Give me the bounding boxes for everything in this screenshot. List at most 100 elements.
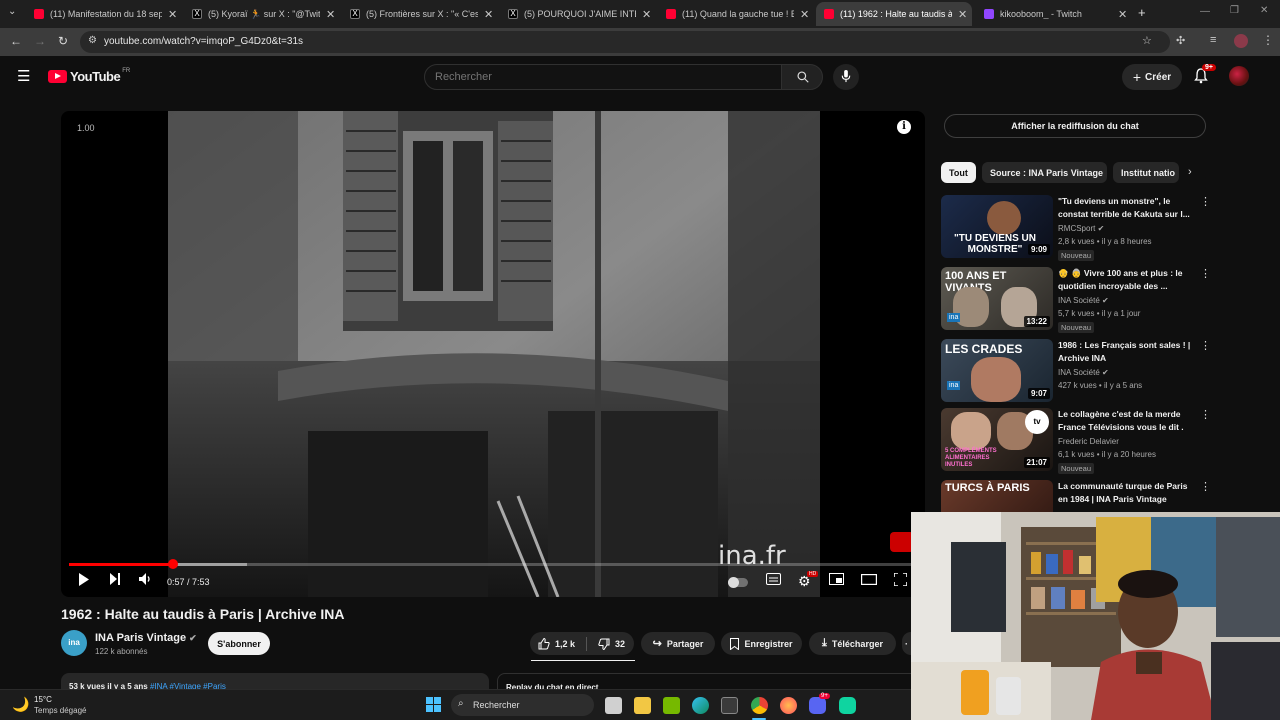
info-icon[interactable]: i: [897, 120, 911, 134]
task-view-icon[interactable]: [605, 697, 622, 714]
more-options-icon[interactable]: ⋮: [1200, 480, 1211, 493]
notifications-button[interactable]: 9+: [1194, 64, 1216, 89]
settings-button[interactable]: ⚙ HD: [798, 571, 819, 590]
browser-tab[interactable]: (11) Manifestation du 18 septe ✕: [26, 2, 180, 26]
account-avatar[interactable]: [1229, 66, 1249, 86]
bookmark-star-icon[interactable]: ☆: [1142, 34, 1152, 47]
recommendation-thumbnail[interactable]: 100 ANS ET VIVANTS ina 13:22: [941, 267, 1053, 330]
channel-name[interactable]: INA Paris Vintage ✔: [95, 632, 197, 644]
chrome-icon[interactable]: [751, 697, 768, 714]
extensions-icon[interactable]: ✣: [1176, 34, 1185, 47]
minimize-window-icon[interactable]: —: [1200, 6, 1210, 17]
close-tab-icon[interactable]: ✕: [642, 8, 651, 21]
recommendation-item[interactable]: 100 ANS ET VIVANTS ina 13:22 👴 👵 Vivre 1…: [941, 267, 1211, 335]
weather-description[interactable]: Temps dégagé: [34, 706, 86, 715]
hamburger-menu-icon[interactable]: ☰: [17, 67, 30, 85]
browser-tab[interactable]: X (5) Frontières sur X : "« C'est pa ✕: [342, 2, 496, 26]
browser-tab[interactable]: X (5) POURQUOI J'AIME INTERNE ✕: [500, 2, 654, 26]
chip-source-ina[interactable]: Source : INA Paris Vintage: [982, 162, 1107, 183]
recommendation-title[interactable]: "Tu deviens un monstre", le constat terr…: [1058, 195, 1198, 221]
chip-all[interactable]: Tout: [941, 162, 976, 183]
edge-icon[interactable]: [692, 697, 709, 714]
close-window-icon[interactable]: ✕: [1260, 5, 1268, 16]
close-tab-icon[interactable]: ✕: [958, 8, 967, 21]
more-options-icon[interactable]: ⋮: [1200, 195, 1211, 208]
nvidia-icon[interactable]: [663, 697, 680, 714]
recommendation-channel[interactable]: Frederic Delavier: [1058, 437, 1119, 446]
store-icon[interactable]: [721, 697, 738, 714]
browser-menu-icon[interactable]: ⋮: [1262, 33, 1274, 47]
dislike-button[interactable]: 32: [598, 638, 625, 650]
browser-tab[interactable]: X (5) Kyoraï 🏃 sur X : "@TwitchG ✕: [184, 2, 338, 26]
close-tab-icon[interactable]: ✕: [168, 8, 177, 21]
restore-window-icon[interactable]: ❐: [1230, 5, 1239, 16]
recommendation-title[interactable]: 1986 : Les Français sont sales ! | Archi…: [1058, 339, 1198, 365]
browser-tab-active[interactable]: (11) 1962 : Halte au taudis à Pa ✕: [816, 2, 972, 26]
recommendation-item[interactable]: LES CRADES ina 9:07 1986 : Les Français …: [941, 339, 1211, 407]
recommendation-item[interactable]: TURCS À PARIS La communauté turque de Pa…: [941, 480, 1211, 512]
subscribe-button[interactable]: S'abonner: [208, 632, 270, 655]
download-button[interactable]: ⤓ Télécharger: [809, 632, 896, 655]
browser-tab[interactable]: kikooboom_ - Twitch ✕: [976, 2, 1130, 26]
recommendation-title[interactable]: La communauté turque de Paris en 1984 | …: [1058, 480, 1198, 506]
more-options-icon[interactable]: ⋮: [1200, 339, 1211, 352]
next-button[interactable]: [109, 573, 121, 588]
voice-search-button[interactable]: [833, 64, 859, 90]
weather-temperature[interactable]: 15°C: [34, 695, 52, 704]
channel-avatar[interactable]: ina: [61, 630, 87, 656]
firefox-icon[interactable]: [780, 697, 797, 714]
back-icon[interactable]: ←: [10, 34, 22, 48]
file-explorer-icon[interactable]: [634, 697, 651, 714]
video-player[interactable]: 1.00 i ina.fr 0:57 / 7:53 ⚙ HD: [61, 111, 925, 597]
share-button[interactable]: ↪ Partager: [641, 632, 715, 655]
create-button[interactable]: + Créer: [1122, 64, 1182, 90]
recommendation-item[interactable]: "TU DEVIENS UN MONSTRE" 9:09 "Tu deviens…: [941, 195, 1211, 263]
search-button[interactable]: [781, 64, 823, 90]
recommendation-channel[interactable]: INA Société ✔: [1058, 296, 1109, 305]
new-tab-icon[interactable]: +: [1138, 5, 1146, 20]
miniplayer-button[interactable]: [829, 573, 844, 588]
close-tab-icon[interactable]: ✕: [800, 8, 809, 21]
profile-avatar[interactable]: [1234, 34, 1248, 48]
tab-search-chevron-icon[interactable]: ⌄: [8, 6, 16, 17]
more-actions-button[interactable]: ·: [902, 632, 911, 655]
fullscreen-button[interactable]: [893, 572, 908, 589]
show-chat-replay-button[interactable]: Afficher la rediffusion du chat: [944, 114, 1206, 138]
browser-tab[interactable]: (11) Quand la gauche tue ! Bis ✕: [658, 2, 812, 26]
play-button[interactable]: [78, 573, 90, 589]
theater-mode-button[interactable]: [860, 573, 878, 588]
progress-bar[interactable]: [69, 559, 917, 569]
recommendation-thumbnail[interactable]: tv 5 COMPLÉMENTS ALIMENTAIRES INUTILES 2…: [941, 408, 1053, 471]
save-button[interactable]: Enregistrer: [721, 632, 802, 655]
autoplay-toggle[interactable]: [728, 575, 748, 590]
chip-institut[interactable]: Institut natio: [1113, 162, 1179, 183]
recommendation-channel[interactable]: RMCSport ✔: [1058, 224, 1104, 233]
recommendation-channel[interactable]: INA Société ✔: [1058, 368, 1109, 377]
volume-button[interactable]: [139, 573, 151, 588]
recommendation-title[interactable]: Le collagène c'est de la merde France Té…: [1058, 408, 1198, 434]
app-icon[interactable]: [839, 697, 856, 714]
reading-list-icon[interactable]: ≡: [1210, 34, 1216, 46]
close-tab-icon[interactable]: ✕: [1118, 8, 1127, 21]
windows-start-icon[interactable]: [426, 697, 442, 713]
chevron-right-icon[interactable]: ›: [1188, 166, 1192, 178]
discord-icon[interactable]: [809, 697, 826, 714]
search-input[interactable]: [435, 71, 755, 83]
close-tab-icon[interactable]: ✕: [484, 8, 493, 21]
url-text[interactable]: youtube.com/watch?v=imqoP_G4Dz0&t=31s: [104, 36, 303, 47]
recommendation-thumbnail[interactable]: LES CRADES ina 9:07: [941, 339, 1053, 402]
close-tab-icon[interactable]: ✕: [326, 8, 335, 21]
site-info-icon[interactable]: ⚙: [88, 35, 97, 46]
recommendation-item[interactable]: tv 5 COMPLÉMENTS ALIMENTAIRES INUTILES 2…: [941, 408, 1211, 476]
youtube-logo[interactable]: YouTube FR: [48, 68, 130, 84]
like-button[interactable]: 1,2 k: [538, 637, 575, 650]
taskbar-search[interactable]: ⌕ Rechercher: [451, 694, 594, 716]
recommendation-thumbnail[interactable]: "TU DEVIENS UN MONSTRE" 9:09: [941, 195, 1053, 258]
more-options-icon[interactable]: ⋮: [1200, 408, 1211, 421]
recommendation-title[interactable]: 👴 👵 Vivre 100 ans et plus : le quotidien…: [1058, 267, 1198, 293]
reload-icon[interactable]: ↻: [58, 34, 68, 48]
recommendation-thumbnail[interactable]: TURCS À PARIS: [941, 480, 1053, 512]
forward-icon[interactable]: →: [34, 34, 46, 48]
subtitles-button[interactable]: [766, 573, 781, 588]
more-options-icon[interactable]: ⋮: [1200, 267, 1211, 280]
